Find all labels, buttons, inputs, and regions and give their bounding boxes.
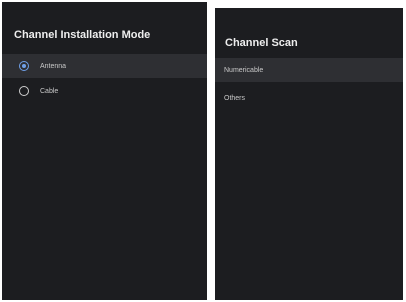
scan-item-others[interactable]: Others xyxy=(215,86,403,110)
item-label: Numericable xyxy=(224,66,264,74)
option-label: Antenna xyxy=(40,62,67,70)
option-antenna[interactable]: Antenna xyxy=(2,54,207,78)
radio-selected-icon xyxy=(19,61,29,71)
channel-scan-panel: Channel Scan Numericable Others xyxy=(215,8,403,300)
item-label: Others xyxy=(224,94,246,102)
scan-item-numericable[interactable]: Numericable xyxy=(215,58,403,82)
panel-title: Channel Installation Mode xyxy=(14,29,151,41)
option-cable[interactable]: Cable xyxy=(2,79,207,103)
panel-title: Channel Scan xyxy=(225,37,298,49)
option-label: Cable xyxy=(40,87,59,95)
channel-installation-mode-panel: Channel Installation Mode Antenna Cable xyxy=(2,2,207,300)
radio-unselected-icon xyxy=(19,86,29,96)
